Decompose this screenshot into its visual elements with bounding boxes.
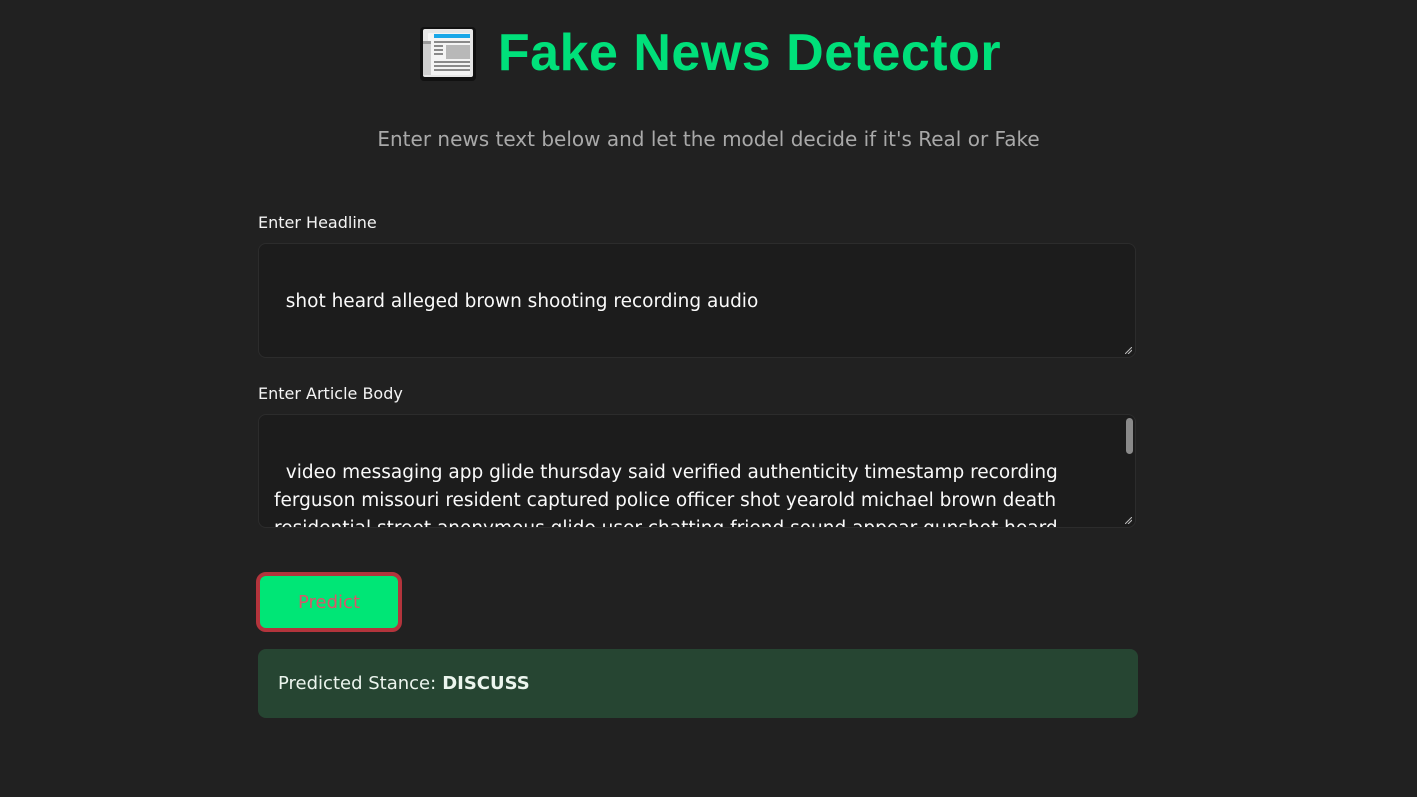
resize-handle-icon[interactable] bbox=[1125, 517, 1132, 524]
article-body-label: Enter Article Body bbox=[258, 384, 403, 403]
headline-text: shot heard alleged brown shooting record… bbox=[285, 291, 759, 312]
headline-input[interactable]: shot heard alleged brown shooting record… bbox=[258, 243, 1136, 358]
article-body-text: video messaging app glide thursday said … bbox=[274, 462, 1058, 527]
article-body-scrollbar[interactable] bbox=[1126, 418, 1133, 454]
page-title: Fake News Detector bbox=[497, 24, 1002, 82]
page-subtitle: Enter news text below and let the model … bbox=[377, 127, 1040, 151]
newspaper-icon bbox=[419, 27, 476, 81]
headline-label: Enter Headline bbox=[258, 213, 377, 232]
page-header: Fake News Detector bbox=[0, 18, 1417, 88]
predict-button[interactable]: Predict bbox=[256, 572, 402, 632]
result-value: DISCUSS bbox=[442, 673, 530, 694]
result-label: Predicted Stance: bbox=[278, 673, 437, 694]
resize-handle-icon[interactable] bbox=[1125, 347, 1132, 354]
prediction-result: Predicted Stance: DISCUSS bbox=[258, 649, 1138, 718]
article-body-input[interactable]: video messaging app glide thursday said … bbox=[258, 414, 1136, 528]
